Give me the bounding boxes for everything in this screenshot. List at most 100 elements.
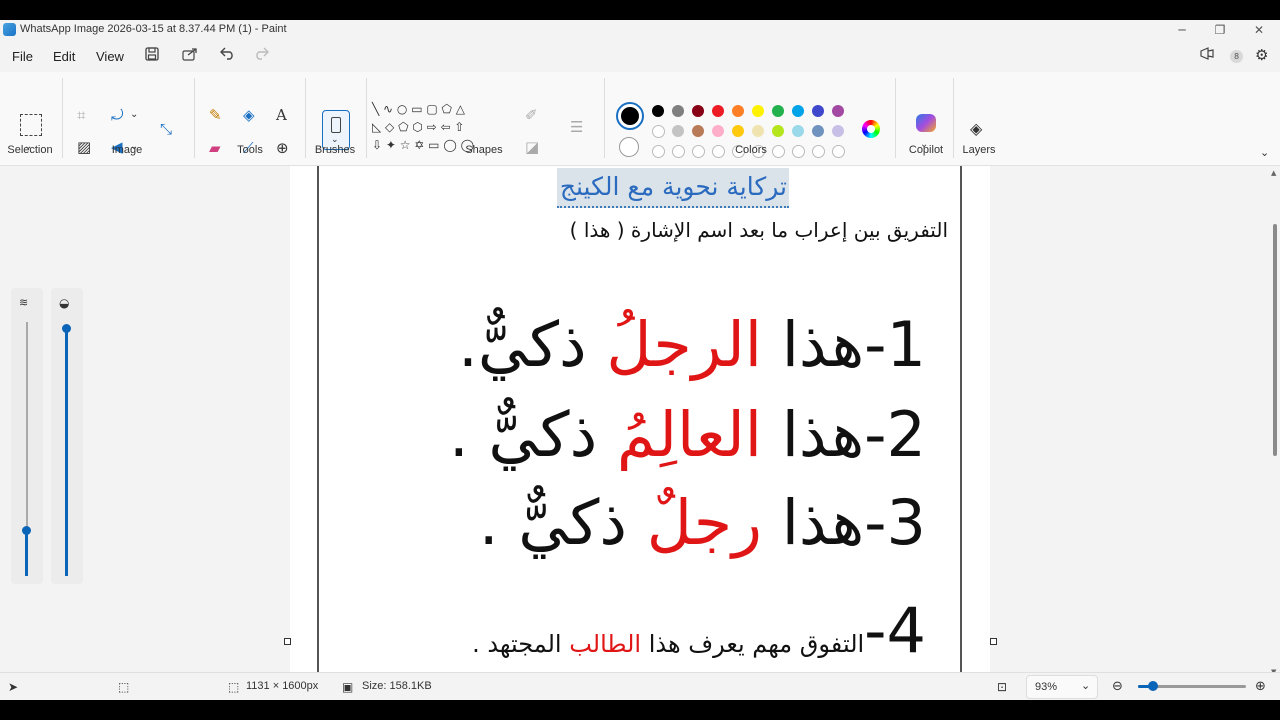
- scrollbar-thumb[interactable]: [1273, 224, 1277, 456]
- sentence-2-end: ذكيٌّ .: [448, 398, 617, 471]
- sentence-3-number: 3-: [864, 486, 926, 559]
- feedback-icon[interactable]: [1199, 47, 1215, 65]
- sentence-3-highlight: رجلٌ: [646, 486, 762, 559]
- zoom-value: 93%: [1035, 681, 1058, 693]
- color-swatch[interactable]: [732, 105, 744, 117]
- zoom-slider-knob[interactable]: [1148, 681, 1159, 691]
- sentence-2: 2-هذا العالِمُ ذكيٌّ .: [449, 398, 926, 471]
- notification-badge[interactable]: 8: [1230, 50, 1243, 63]
- color-swatch[interactable]: [652, 105, 664, 117]
- color-swatch[interactable]: [672, 125, 684, 137]
- color-swatch[interactable]: [752, 125, 764, 137]
- zoom-in-icon[interactable]: ⊕: [1255, 678, 1266, 696]
- zoom-slider[interactable]: [1138, 681, 1246, 691]
- canvas[interactable]: تركاية نحوية مع الكينج التفريق بين إعراب…: [290, 166, 990, 680]
- resize-icon[interactable]: ⤡: [160, 120, 172, 138]
- close-icon[interactable]: ✕: [1239, 21, 1279, 39]
- ribbon: ⌄ Selection ⌗ ⤾ ⌄ ⤡ ▨ ◀ ⌄ Image ✎ ◈ A ▰ …: [0, 72, 1280, 166]
- document-left-border: [317, 166, 319, 680]
- sentence-1-end: ذكيٌّ.: [458, 308, 607, 381]
- color-swatch[interactable]: [752, 105, 764, 117]
- custom-color-slot[interactable]: [672, 145, 685, 158]
- color-swatch[interactable]: [792, 125, 804, 137]
- opacity-icon: ◒: [59, 296, 70, 310]
- collapse-ribbon-icon[interactable]: ⌄: [1260, 144, 1269, 162]
- color-swatch[interactable]: [772, 105, 784, 117]
- menu-file[interactable]: File: [12, 49, 33, 64]
- scroll-up-icon[interactable]: ▲: [1271, 169, 1276, 177]
- color-swatch[interactable]: [692, 125, 704, 137]
- color-swatch[interactable]: [812, 105, 824, 117]
- color-swatch[interactable]: [692, 105, 704, 117]
- title-bar: WhatsApp Image 2026-03-15 at 8.37.44 PM …: [0, 20, 1280, 40]
- custom-color-slot[interactable]: [812, 145, 825, 158]
- vertical-scrollbar[interactable]: ▲ ▼: [1270, 166, 1280, 680]
- group-label-image: Image: [111, 144, 143, 156]
- chevron-down-icon[interactable]: ⌄: [130, 106, 138, 124]
- menu-edit[interactable]: Edit: [53, 49, 75, 64]
- resize-handle-left[interactable]: [284, 638, 291, 645]
- fit-to-window-icon[interactable]: ⊡: [997, 678, 1007, 696]
- primary-color[interactable]: [616, 102, 644, 130]
- settings-icon[interactable]: ⚙: [1255, 46, 1268, 64]
- chevron-down-icon: ⌄: [1081, 680, 1091, 692]
- line-size-icon[interactable]: ☰: [570, 118, 583, 136]
- canvas-dimensions: 1131 × 1600px: [246, 680, 319, 692]
- outline-icon[interactable]: ✐: [525, 106, 538, 124]
- zoom-select[interactable]: 93% ⌄: [1026, 675, 1098, 699]
- color-swatch[interactable]: [712, 105, 724, 117]
- crop-icon[interactable]: ⌗: [77, 106, 85, 124]
- divider: [194, 78, 195, 158]
- group-label-shapes: Shapes: [465, 144, 503, 156]
- divider: [895, 78, 896, 158]
- copilot-icon[interactable]: [916, 114, 936, 132]
- color-swatch[interactable]: [772, 125, 784, 137]
- document-title: تركاية نحوية مع الكينج: [557, 168, 789, 208]
- save-icon[interactable]: [145, 47, 159, 65]
- sentence-4-highlight: الطالب: [569, 630, 642, 658]
- divider: [604, 78, 605, 158]
- opacity-slider-knob[interactable]: [62, 324, 71, 333]
- shape-fill-icon[interactable]: ◪: [525, 138, 539, 156]
- brush-size-icon: ≋: [19, 296, 29, 309]
- eraser-icon[interactable]: ▰: [209, 139, 221, 157]
- color-swatch[interactable]: [832, 105, 844, 117]
- restore-icon[interactable]: ❐: [1200, 21, 1240, 39]
- size-slider-knob[interactable]: [22, 526, 31, 535]
- zoom-out-icon[interactable]: ⊖: [1112, 678, 1123, 696]
- menu-view[interactable]: View: [96, 49, 124, 64]
- layers-icon[interactable]: ◈: [970, 120, 982, 138]
- fill-icon[interactable]: ◈: [243, 106, 255, 124]
- sentence-4-start: التفوق مهم يعرف هذا: [641, 630, 865, 658]
- color-swatch[interactable]: [732, 125, 744, 137]
- text-icon[interactable]: A: [276, 106, 287, 124]
- file-size: Size: 158.1KB: [362, 680, 432, 692]
- custom-color-slot[interactable]: [692, 145, 705, 158]
- custom-color-slot[interactable]: [832, 145, 845, 158]
- minimize-icon[interactable]: ─: [1162, 21, 1202, 39]
- undo-icon[interactable]: [220, 46, 236, 64]
- secondary-color[interactable]: [619, 137, 639, 157]
- size-slider-panel: ≋: [11, 288, 43, 584]
- color-swatch[interactable]: [812, 125, 824, 137]
- color-swatch[interactable]: [792, 105, 804, 117]
- sentence-2-number: 2-: [864, 398, 926, 471]
- color-swatch[interactable]: [712, 125, 724, 137]
- pencil-icon[interactable]: ✎: [209, 106, 222, 124]
- divider: [953, 78, 954, 158]
- custom-color-slot[interactable]: [652, 145, 665, 158]
- resize-handle-right[interactable]: [990, 638, 997, 645]
- edit-colors-icon[interactable]: [862, 120, 880, 138]
- color-swatch[interactable]: [672, 105, 684, 117]
- color-swatch[interactable]: [832, 125, 844, 137]
- custom-color-slot[interactable]: [792, 145, 805, 158]
- divider: [62, 78, 63, 158]
- shapes-row-2: ◺ ◇ ⬠ ⬡ ⇨ ⇦ ⇧: [372, 120, 465, 134]
- select-transparent-icon[interactable]: ▨: [77, 138, 91, 156]
- rotate-icon[interactable]: ⤾: [111, 106, 124, 124]
- document-right-border: [960, 166, 962, 680]
- select-rectangle-icon[interactable]: [20, 114, 42, 136]
- redo-icon[interactable]: [253, 46, 269, 64]
- color-swatch[interactable]: [652, 125, 665, 138]
- share-icon[interactable]: [182, 47, 198, 65]
